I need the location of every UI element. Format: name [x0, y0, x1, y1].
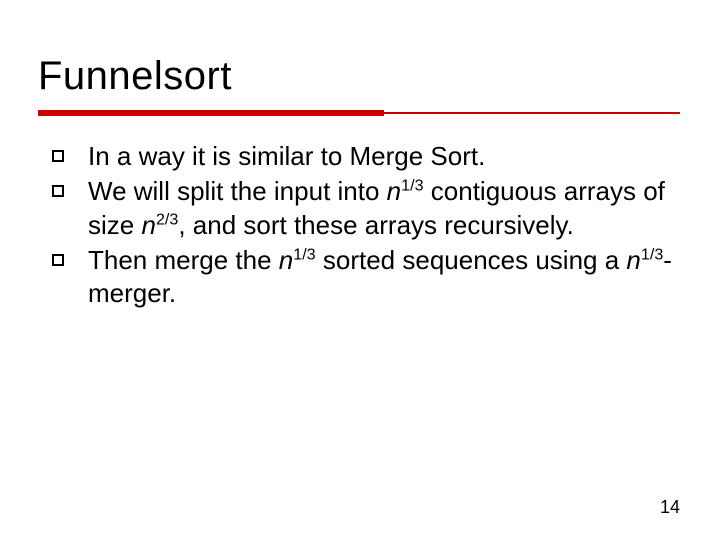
list-item: We will split the input into n1/3 contig…: [52, 175, 672, 242]
var-n: n: [279, 245, 293, 275]
exponent: 1/3: [641, 245, 663, 263]
var-n: n: [626, 245, 640, 275]
page-number: 14: [660, 497, 680, 518]
bullet-icon: [52, 254, 64, 266]
bullet-icon: [52, 150, 64, 162]
title-rule-thick: [38, 110, 384, 116]
exponent: 1/3: [293, 245, 315, 263]
var-n: n: [141, 210, 155, 240]
bullet-text: In a way it is similar to Merge Sort.: [88, 140, 672, 173]
text-fragment: We will split the input into: [88, 176, 387, 206]
text-fragment: sorted sequences using a: [316, 245, 627, 275]
var-n: n: [387, 176, 401, 206]
text-fragment: , and sort these arrays recursively.: [178, 210, 573, 240]
title-rule-thin: [384, 112, 680, 114]
list-item: In a way it is similar to Merge Sort.: [52, 140, 672, 173]
bullet-text: We will split the input into n1/3 contig…: [88, 175, 672, 242]
text-fragment: Then merge the: [88, 245, 279, 275]
slide-title: Funnelsort: [38, 54, 232, 99]
slide: Funnelsort In a way it is similar to Mer…: [0, 0, 720, 540]
bullet-text: Then merge the n1/3 sorted sequences usi…: [88, 244, 672, 311]
bullet-icon: [52, 185, 64, 197]
exponent: 2/3: [156, 210, 178, 228]
exponent: 1/3: [401, 177, 423, 195]
content-area: In a way it is similar to Merge Sort. We…: [52, 140, 672, 312]
list-item: Then merge the n1/3 sorted sequences usi…: [52, 244, 672, 311]
